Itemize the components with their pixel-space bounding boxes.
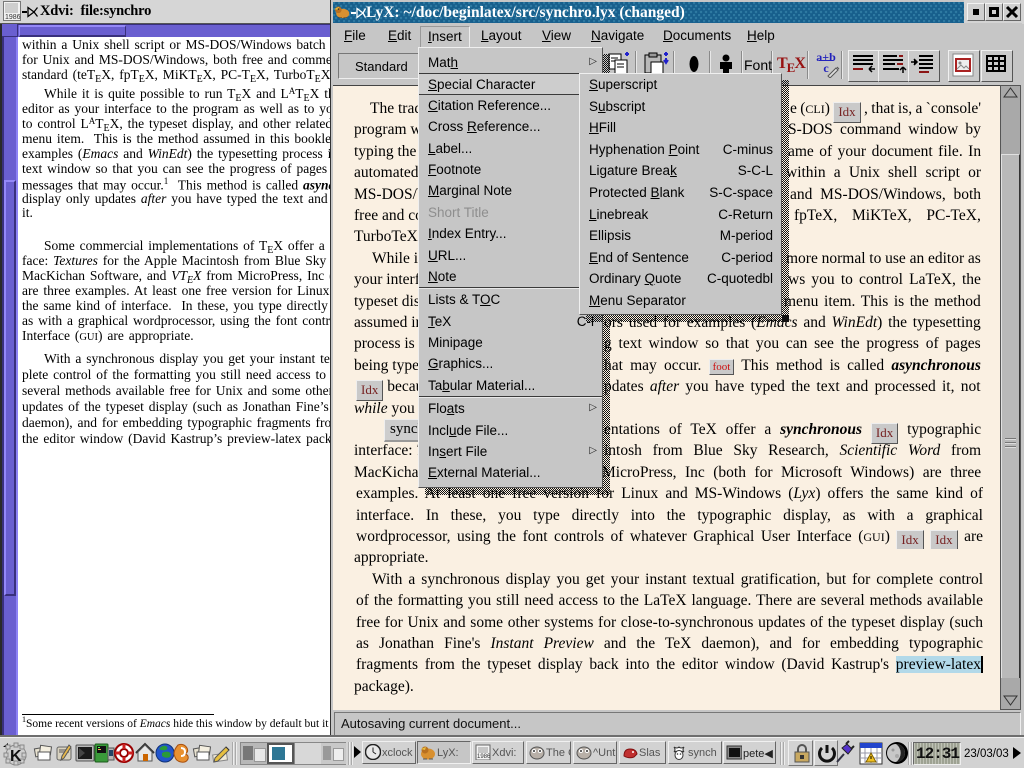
svg-text:K: K bbox=[10, 748, 22, 765]
svg-text:1986: 1986 bbox=[477, 754, 491, 760]
svg-text:1986: 1986 bbox=[5, 14, 21, 21]
